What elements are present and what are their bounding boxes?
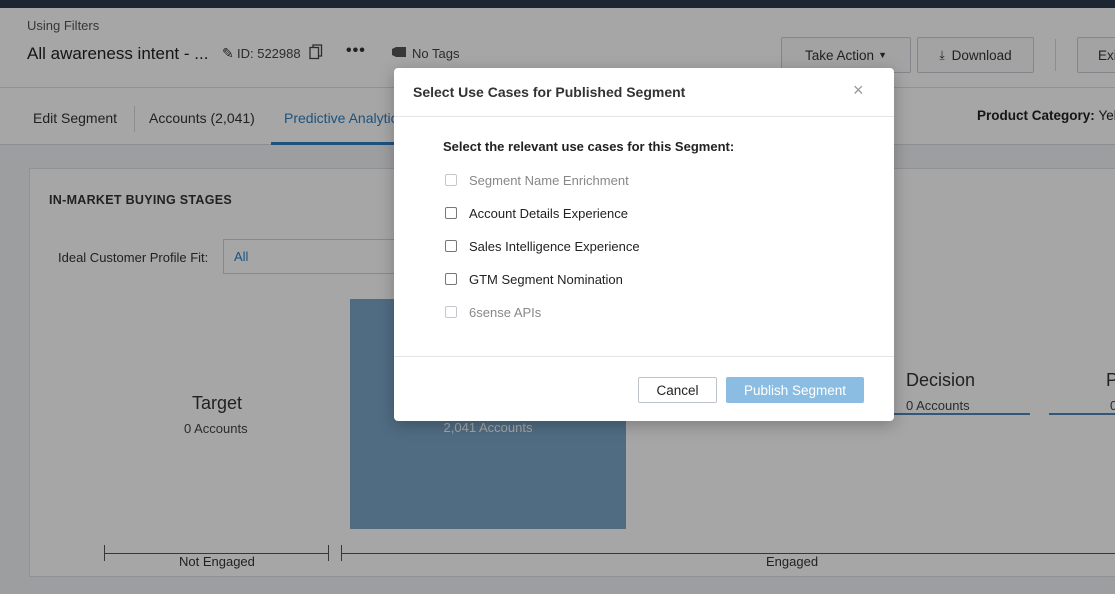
use-case-label[interactable]: Account Details Experience [469,206,628,221]
cancel-button[interactable]: Cancel [638,377,717,403]
checkbox[interactable] [445,240,457,252]
use-case-sales-intelligence-experience[interactable]: Sales Intelligence Experience [445,237,640,255]
checkbox[interactable] [445,273,457,285]
checkbox [445,306,457,318]
publish-use-cases-dialog: Select Use Cases for Published Segment ×… [394,68,894,421]
publish-segment-button[interactable]: Publish Segment [726,377,864,403]
use-case-label: 6sense APIs [469,304,542,320]
dialog-prompt: Select the relevant use cases for this S… [443,139,735,154]
dialog-header: Select Use Cases for Published Segment × [394,68,894,117]
use-case-label: Segment Name Enrichment [469,172,629,188]
checkbox [445,174,457,186]
use-case-label[interactable]: Sales Intelligence Experience [469,239,640,254]
use-case-segment-name-enrichment: Segment Name Enrichment [445,171,629,189]
use-case-label[interactable]: GTM Segment Nomination [469,272,623,287]
use-case-gtm-segment-nomination[interactable]: GTM Segment Nomination [445,270,623,288]
close-icon[interactable]: × [853,80,864,101]
use-case-6sense-apis: 6sense APIs [445,303,541,321]
checkbox[interactable] [445,207,457,219]
dialog-title: Select Use Cases for Published Segment [413,84,686,100]
dialog-footer-divider [394,356,894,357]
use-case-account-details-experience[interactable]: Account Details Experience [445,204,628,222]
